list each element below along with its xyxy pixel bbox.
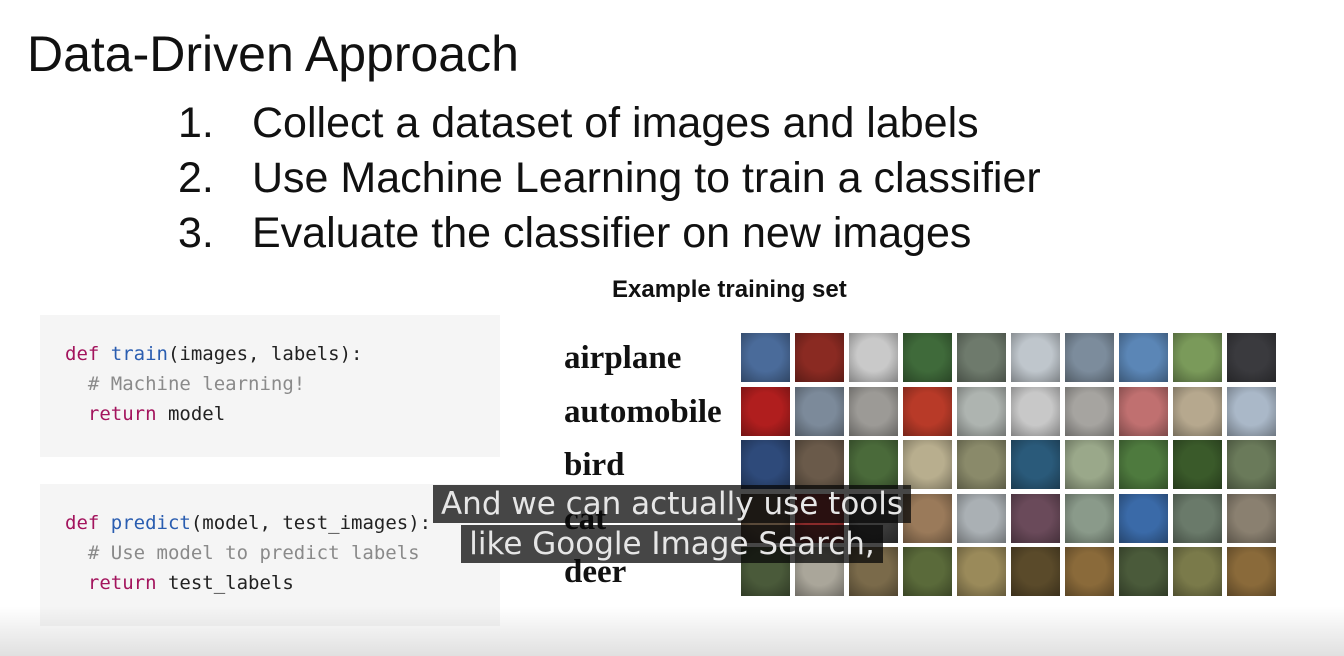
training-image-thumbnail <box>849 333 898 382</box>
slide-title: Data-Driven Approach <box>27 26 519 82</box>
training-image-thumbnail <box>957 333 1006 382</box>
step-item: 3. Evaluate the classifier on new images <box>178 206 1041 261</box>
code-line: return model <box>65 399 362 429</box>
code-keyword: return <box>87 403 157 425</box>
training-image-thumbnail <box>957 440 1006 489</box>
code-return-value: test_labels <box>167 572 294 594</box>
training-image-thumbnail <box>903 333 952 382</box>
training-image-thumbnail <box>903 440 952 489</box>
code-line: def train(images, labels): <box>65 339 362 369</box>
training-image-thumbnail <box>1119 440 1168 489</box>
training-image-thumbnail <box>1065 386 1114 436</box>
training-image-thumbnail <box>1011 333 1060 382</box>
training-image-thumbnail <box>1065 333 1114 382</box>
step-item: 1. Collect a dataset of images and label… <box>178 96 1041 151</box>
step-text: Collect a dataset of images and labels <box>252 99 979 147</box>
training-image-thumbnail <box>1227 440 1276 489</box>
step-number: 3. <box>178 209 214 257</box>
training-image-thumbnail <box>1173 386 1222 436</box>
training-image-thumbnail <box>1011 386 1060 436</box>
code-keyword: return <box>87 572 157 594</box>
training-image-thumbnail <box>741 333 790 382</box>
training-image-thumbnail <box>1011 440 1060 489</box>
training-image-thumbnail <box>795 440 844 489</box>
training-image-thumbnail <box>795 386 844 436</box>
training-image-thumbnail <box>849 386 898 436</box>
steps-list: 1. Collect a dataset of images and label… <box>178 96 1041 261</box>
step-number: 1. <box>178 99 214 147</box>
training-image-thumbnail <box>1227 333 1276 382</box>
training-image-thumbnail <box>1119 386 1168 436</box>
step-number: 2. <box>178 154 214 202</box>
code-line: # Machine learning! <box>65 369 362 399</box>
training-image-thumbnail <box>741 386 790 436</box>
train-code-block: def train(images, labels): # Machine lea… <box>40 315 500 457</box>
training-image-thumbnail <box>957 386 1006 436</box>
video-caption: And we can actually use tools like Googl… <box>0 485 1344 563</box>
code-line: return test_labels <box>65 568 431 598</box>
code-keyword: def <box>65 343 100 365</box>
caption-line: like Google Image Search, <box>461 525 883 563</box>
code-function-name: train <box>110 343 168 365</box>
training-image-thumbnail <box>1119 333 1168 382</box>
training-set-title: Example training set <box>612 276 847 303</box>
training-image-thumbnail <box>1173 333 1222 382</box>
code-args: (images, labels): <box>167 343 363 365</box>
caption-line: And we can actually use tools <box>432 485 912 523</box>
code-return-value: model <box>167 403 226 425</box>
class-label: automobile <box>564 393 722 430</box>
training-image-thumbnail <box>1173 440 1222 489</box>
training-image-thumbnail <box>903 386 952 436</box>
code-comment: # Machine learning! <box>87 373 306 395</box>
code-lines: def train(images, labels): # Machine lea… <box>65 339 362 429</box>
training-image-thumbnail <box>741 440 790 489</box>
class-label: airplane <box>564 340 682 376</box>
step-item: 2. Use Machine Learning to train a class… <box>178 151 1041 206</box>
step-text: Evaluate the classifier on new images <box>252 209 972 257</box>
training-image-thumbnail <box>1065 440 1114 489</box>
training-image-thumbnail <box>849 440 898 489</box>
step-text: Use Machine Learning to train a classifi… <box>252 154 1041 202</box>
training-image-thumbnail <box>1227 386 1276 436</box>
training-image-thumbnail <box>795 333 844 382</box>
